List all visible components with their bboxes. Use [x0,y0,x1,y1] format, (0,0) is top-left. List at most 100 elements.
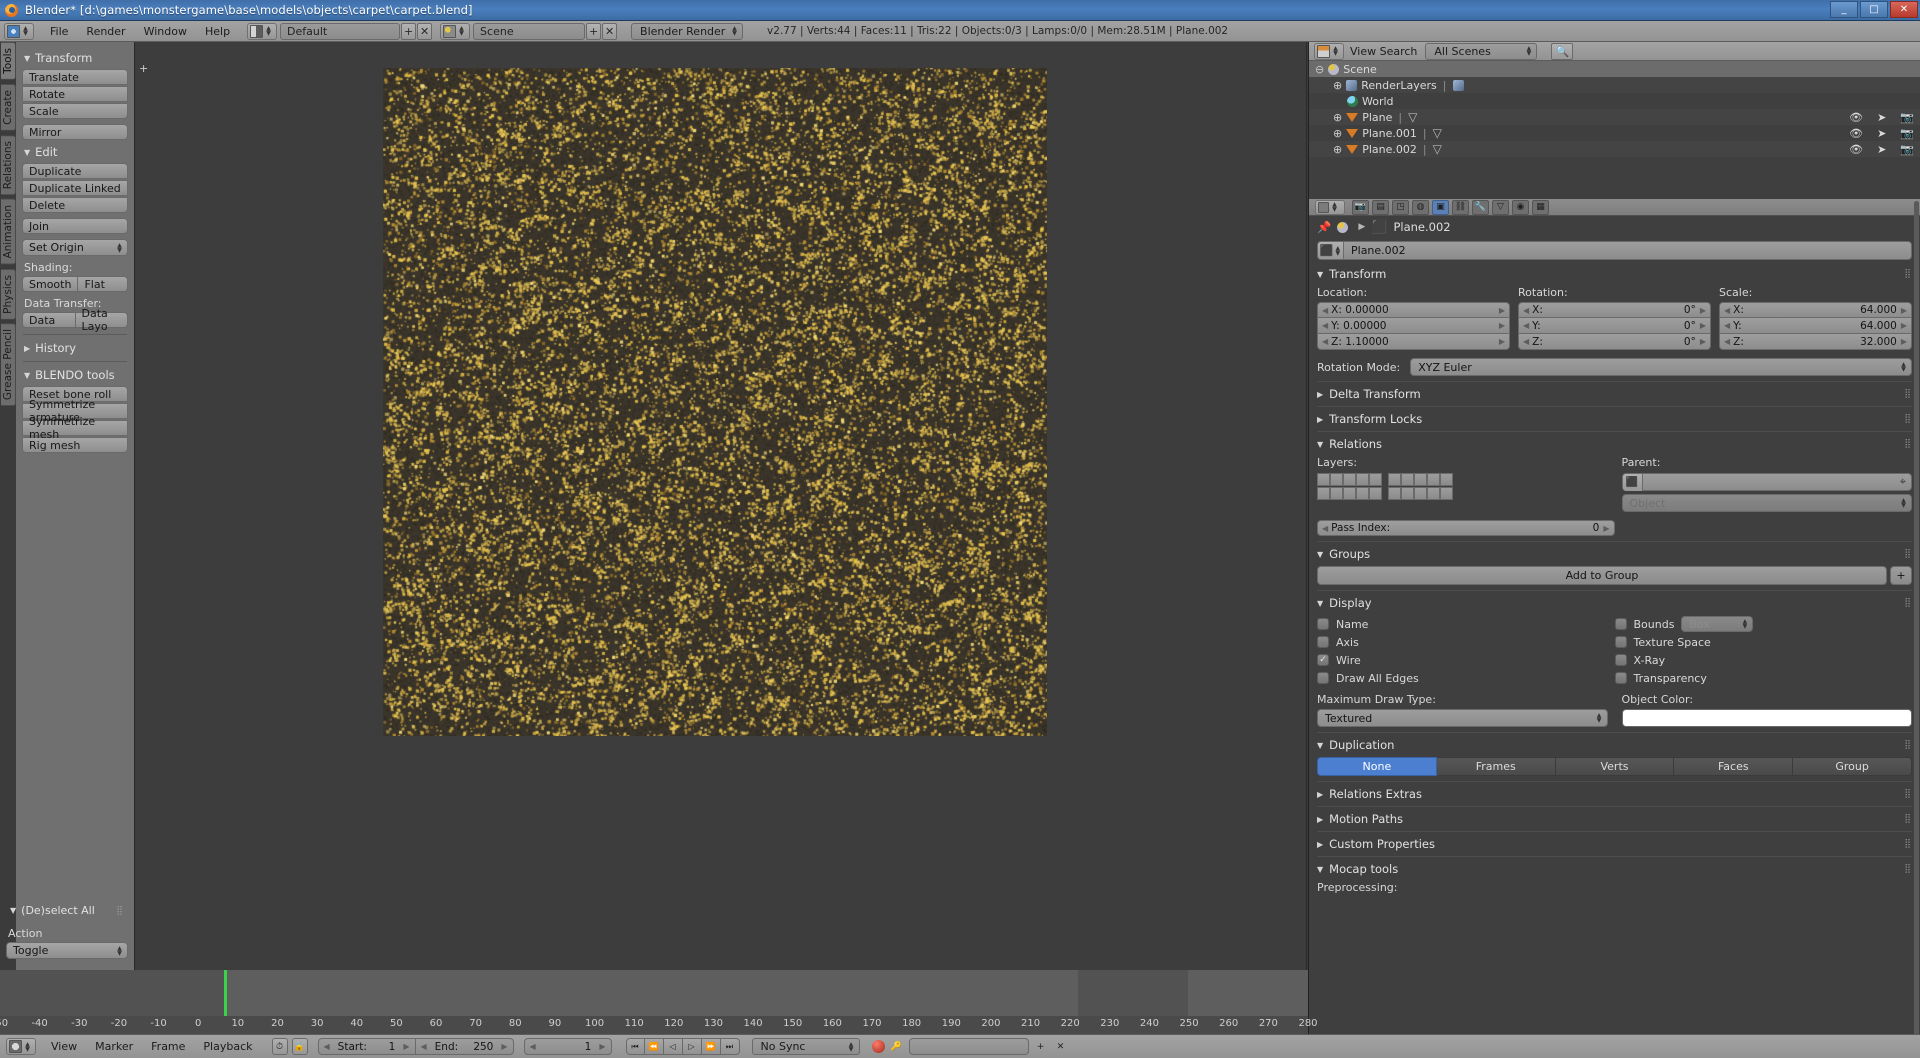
remove-keying-set-icon[interactable]: ✕ [1053,1038,1069,1055]
rotation-y-field[interactable]: ◀ Y: 0° ▶ [1518,318,1711,334]
object-cube-icon-button[interactable]: ⬛ ▲▼ [1318,242,1344,259]
outliner-row-scene[interactable]: ⊖ Scene [1309,61,1920,77]
transparency-checkbox[interactable] [1615,672,1627,684]
display-axis-row[interactable]: Axis [1317,633,1615,651]
delete-screen-layout-button[interactable]: ✕ [417,23,432,40]
layer-cell[interactable] [1427,487,1440,500]
layer-cell[interactable] [1427,473,1440,486]
layer-cell[interactable] [1317,473,1330,486]
properties-tab-render-layers[interactable]: ▤ [1372,200,1389,215]
chevron-right-icon[interactable]: ▶ [1901,306,1907,315]
duplication-option-verts[interactable]: Verts [1556,757,1675,776]
current-frame-field[interactable]: ◀ 1 ▶ [524,1038,612,1055]
parent-object-input[interactable] [1643,476,1895,489]
visibility-eye-icon[interactable]: 👁 [1849,143,1863,156]
auto-keyframe-icon[interactable]: ⏱ [272,1038,288,1055]
transform-panel-header[interactable]: ▼ Transform ⣿ [1317,267,1912,281]
layer-cell[interactable] [1440,473,1453,486]
properties-tab-scene[interactable]: ◳ [1392,200,1409,215]
lock-icon[interactable]: 🔒 [292,1038,308,1055]
renderable-camera-icon[interactable]: 📷 [1900,143,1914,156]
chevron-right-icon[interactable]: ▶ [1700,321,1706,330]
groups-header[interactable]: ▼ Groups ⣿ [1317,541,1912,561]
edit-section-header[interactable]: ▼ Edit [24,145,128,159]
outliner-row-plane-002[interactable]: ⊕ Plane.002 | ▽ 👁 ➤ 📷 [1309,141,1920,157]
outliner-menu[interactable]: View Search [1350,45,1417,58]
layer-cell[interactable] [1330,473,1343,486]
data-button[interactable]: Data [22,312,76,328]
delete-scene-button[interactable]: ✕ [602,23,617,40]
properties-tab-object[interactable]: ▣ [1432,200,1449,215]
custom-properties-header[interactable]: ▶ Custom Properties ⣿ [1317,831,1912,851]
layer-block-3[interactable] [1317,487,1382,500]
chevron-right-icon[interactable]: ▶ [1901,321,1907,330]
name-checkbox[interactable] [1317,618,1329,630]
editor-type-selector[interactable]: ▲▼ [4,23,34,40]
data-layout-button[interactable]: Data Layo [76,312,129,328]
next-keyframe-button[interactable]: ⏩ [702,1038,721,1055]
close-button[interactable]: ✕ [1890,1,1918,18]
scene-icon-button[interactable]: ▲▼ [440,23,470,40]
join-button[interactable]: Join [22,218,128,234]
keying-set-icon[interactable]: 🔑 [889,1038,905,1055]
chevron-right-icon[interactable]: ▶ [1700,337,1706,346]
symmetrize-mesh-button[interactable]: Symmetrize mesh [22,420,128,436]
eyedropper-icon[interactable]: ⌖ [1895,475,1911,489]
outliner-editor-type-selector[interactable]: ▲▼ [1314,43,1344,60]
display-transparency-row[interactable]: Transparency [1615,669,1913,687]
properties-tab-bar[interactable]: ▲▼ 📷 ▤ ◳ ◍ ▣ ⛓ 🔧 ▽ ◉ ▦ [1309,199,1920,216]
play-reverse-button[interactable]: ◁ [664,1038,683,1055]
playback-controls[interactable]: ⏮ ⏪ ◁ ▷ ⏩ ⏭ [626,1038,740,1055]
start-frame-field[interactable]: ◀ Start: 1 ▶ [318,1038,416,1055]
display-draw-all-edges-row[interactable]: Draw All Edges [1317,669,1615,687]
chevron-right-icon[interactable]: ▶ [599,1042,605,1051]
menu-help[interactable]: Help [196,23,239,40]
layer-cell[interactable] [1401,473,1414,486]
wire-checkbox[interactable]: ✓ [1317,654,1329,666]
properties-scrollbar[interactable] [1914,201,1919,1056]
layer-block-4[interactable] [1388,487,1453,500]
tool-shelf-tabs[interactable]: Tools Create Relations Animation Physics… [0,42,16,970]
properties-tab-constraints[interactable]: ⛓ [1452,200,1469,215]
transform-locks-header[interactable]: ▶ Transform Locks ⣿ [1317,406,1912,426]
rotation-mode-dropdown[interactable]: XYZ Euler ▲▼ [1410,358,1912,376]
layer-cell[interactable] [1343,487,1356,500]
maximize-button[interactable]: □ [1860,1,1888,18]
layer-cell[interactable] [1369,473,1382,486]
scale-button[interactable]: Scale [22,103,128,119]
layer-cell[interactable] [1388,487,1401,500]
render-engine-dropdown[interactable]: Blender Render ▲▼ [631,23,743,40]
add-keying-set-icon[interactable]: + [1033,1038,1049,1055]
layer-block-2[interactable] [1388,473,1453,486]
properties-tab-render[interactable]: 📷 [1352,200,1369,215]
duplicate-button[interactable]: Duplicate [22,163,128,179]
tab-animation[interactable]: Animation [1,199,16,265]
chevron-left-icon[interactable]: ◀ [421,1042,427,1051]
chevron-right-icon[interactable]: ▶ [1499,306,1505,315]
carpet-plane-object[interactable] [383,68,1047,736]
history-section-header[interactable]: ▶ History [24,341,128,355]
layer-grid[interactable] [1317,473,1608,486]
selectable-cursor-icon[interactable]: ➤ [1877,143,1886,156]
operator-panel-header[interactable]: ▼ (De)select All ⣿ [6,902,128,919]
keying-set-field[interactable] [909,1038,1029,1055]
outliner-row-plane[interactable]: ⊕ Plane | ▽ 👁 ➤ 📷 [1309,109,1920,125]
chevron-left-icon[interactable]: ◀ [530,1042,536,1051]
properties-tab-data[interactable]: ▽ [1492,200,1509,215]
display-texture-space-row[interactable]: Texture Space [1615,633,1913,651]
3d-viewport[interactable]: + [136,42,1307,970]
renderable-camera-icon[interactable]: 📷 [1900,111,1914,124]
shade-flat-button[interactable]: Flat [78,276,128,292]
menu-window[interactable]: Window [135,23,196,40]
max-draw-type-dropdown[interactable]: Textured ▲▼ [1317,709,1608,727]
main-menu[interactable]: File Render Window Help [41,23,239,40]
display-header[interactable]: ▼ Display ⣿ [1317,590,1912,610]
chevron-right-icon[interactable]: ▶ [1499,337,1505,346]
layer-cell[interactable] [1369,487,1382,500]
outliner-row-plane-001[interactable]: ⊕ Plane.001 | ▽ 👁 ➤ 📷 [1309,125,1920,141]
draw-all-edges-checkbox[interactable] [1317,672,1329,684]
layer-grid-row2[interactable] [1317,487,1608,500]
screen-layout-field[interactable]: Default [280,23,400,40]
properties-editor-type-selector[interactable]: ▲▼ [1315,200,1345,215]
delta-transform-header[interactable]: ▶ Delta Transform ⣿ [1317,381,1912,401]
